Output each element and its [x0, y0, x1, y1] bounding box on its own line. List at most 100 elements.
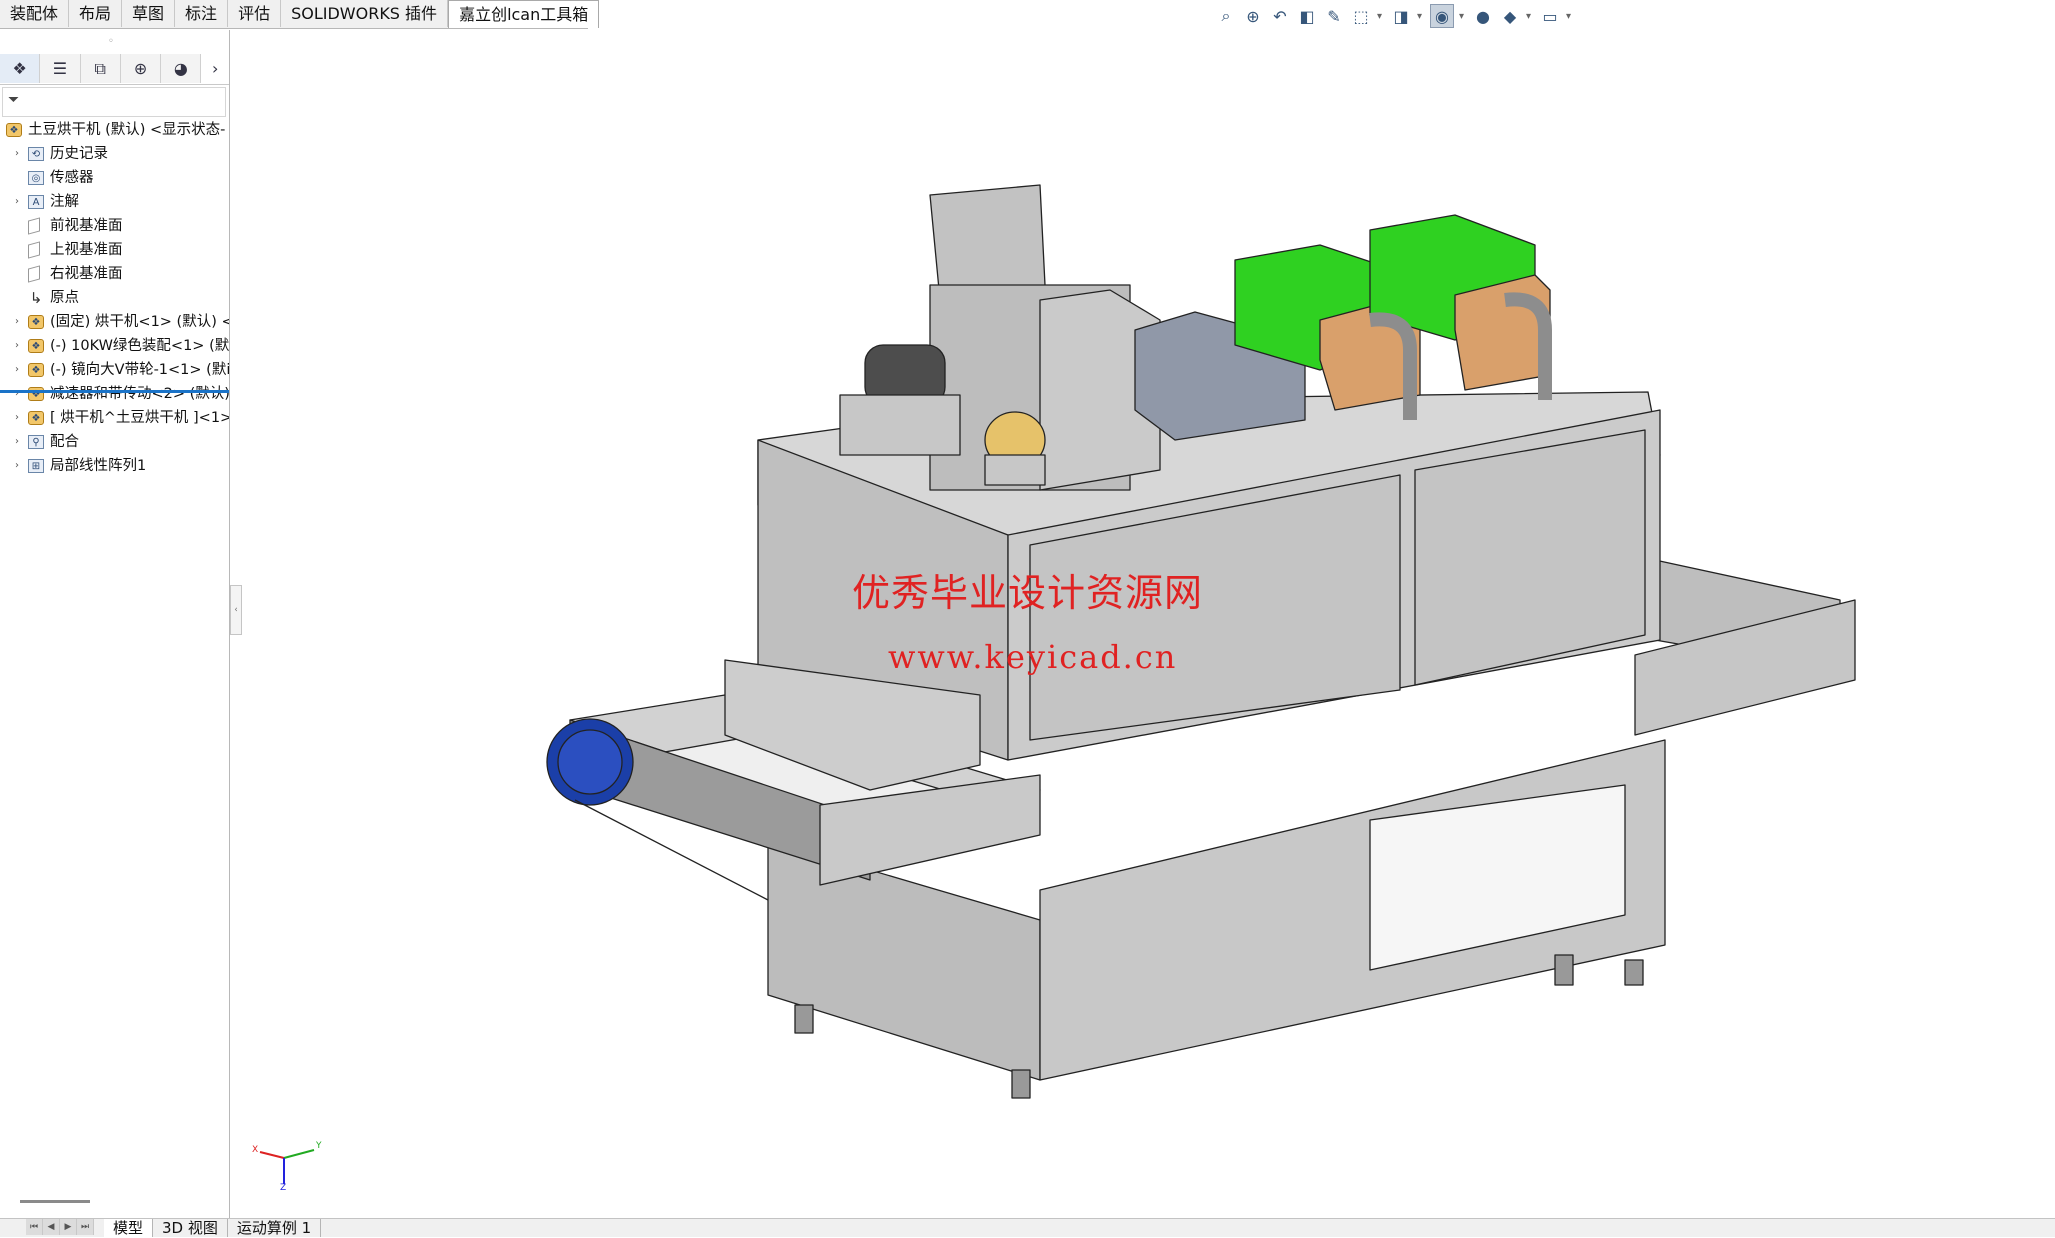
plane-icon [28, 241, 40, 259]
part-icon: ❖ [28, 339, 44, 353]
tree-item[interactable]: 上视基准面 [0, 238, 229, 262]
tree-item[interactable]: › A 注解 [0, 190, 229, 214]
configurationmanager-icon[interactable]: ⧉ [80, 54, 121, 83]
expand-arrow-icon[interactable]: › [12, 334, 22, 358]
tab-markup[interactable]: 标注 [175, 0, 229, 27]
tab-model[interactable]: 模型 [104, 1219, 154, 1237]
chevron-right-icon[interactable]: › [201, 54, 229, 83]
tree-item[interactable]: › ❖ (-) 镜向大V带轮-1<1> (默i [0, 358, 229, 382]
triad-z-label: Z [280, 1183, 286, 1190]
tree-item-label: 上视基准面 [50, 242, 123, 258]
tree-item[interactable]: › ❖ (-) 10KW绿色装配<1> (默 [0, 334, 229, 358]
pattern-icon: ⊞ [28, 459, 44, 473]
next-tab-icon[interactable]: ▶ [60, 1219, 77, 1235]
chevron-down-icon[interactable]: ▾ [1566, 11, 1574, 22]
expand-arrow-icon[interactable]: › [12, 142, 22, 166]
section-view-icon[interactable]: ◧ [1296, 5, 1318, 27]
heater-2-tan [1454, 274, 1551, 391]
tree-item[interactable]: › ❖ [ 烘干机^土豆烘干机 ]<1> [0, 406, 229, 430]
tab-sketch[interactable]: 草图 [122, 0, 176, 27]
chevron-down-icon[interactable]: ▾ [1526, 11, 1534, 22]
watermark-title: 优秀毕业设计资源网 [852, 571, 1204, 615]
tab-layout[interactable]: 布局 [69, 0, 123, 27]
tree-item[interactable]: 右视基准面 [0, 262, 229, 286]
tree-item-label: (-) 10KW绿色装配<1> (默 [50, 338, 229, 354]
tree-item[interactable]: ↳ 原点 [0, 286, 229, 310]
manager-tabs: ❖ ☰ ⧉ ⊕ ◕ › [0, 54, 229, 85]
reference-triad: X Y Z [252, 1141, 322, 1190]
annotation-icon: A [28, 195, 44, 209]
tree-item-label: (固定) 烘干机<1> (默认) < [50, 314, 229, 330]
expand-arrow-icon[interactable]: › [12, 358, 22, 382]
view-settings-icon[interactable]: ▭ [1539, 5, 1561, 27]
tree-item[interactable]: › ❖ 减速器和带传动<2> (默认) [0, 382, 229, 406]
tree-item-label: 右视基准面 [50, 266, 123, 282]
sensor-icon: ◎ [28, 171, 44, 185]
motor-base [839, 394, 961, 456]
feature-tree: ❖ 土豆烘干机 (默认) <显示状态- › ⟲ 历史记录 ◎ 传感器 › A 注解 前视基准面 上视基… [0, 118, 229, 478]
expand-arrow-icon[interactable]: › [12, 190, 22, 214]
chevron-down-icon[interactable]: ▾ [1377, 11, 1385, 22]
tree-item[interactable]: ❖ 土豆烘干机 (默认) <显示状态- [0, 118, 229, 142]
first-tab-icon[interactable]: ⏮ [26, 1219, 43, 1235]
display-manager-icon[interactable]: ◕ [161, 54, 202, 83]
graphics-viewport[interactable]: 优秀毕业设计资源网 www.keyicad.cn [241, 30, 2055, 1218]
tab-motion-study[interactable]: 运动算例 1 [228, 1219, 322, 1237]
tree-item-label: (-) 镜向大V带轮-1<1> (默i [50, 362, 229, 378]
tree-item[interactable]: › ⚲ 配合 [0, 430, 229, 454]
zoom-to-area-icon[interactable]: ⊕ [1242, 5, 1264, 27]
history-icon: ⟲ [28, 147, 44, 161]
expand-arrow-icon[interactable]: › [12, 382, 22, 406]
tab-3d-view[interactable]: 3D 视图 [153, 1219, 228, 1237]
view-orientation-icon[interactable]: ⬚ [1350, 5, 1372, 27]
tree-item[interactable]: ◎ 传感器 [0, 166, 229, 190]
tree-item-label: 局部线性阵列1 [50, 458, 147, 474]
panel-scrollbar[interactable] [20, 1200, 90, 1203]
expand-arrow-icon[interactable]: › [12, 430, 22, 454]
panel-grip-icon[interactable]: ◦ [108, 36, 114, 47]
chevron-down-icon[interactable]: ▾ [1459, 11, 1467, 22]
mates-icon: ⚲ [28, 435, 44, 449]
rollback-bar[interactable] [0, 390, 229, 393]
apply-scene-icon[interactable]: ◆ [1499, 5, 1521, 27]
edit-appearance-icon[interactable]: ● [1472, 5, 1494, 27]
plane-icon [28, 217, 40, 235]
feature-manager-panel: ◦ ❖ ☰ ⧉ ⊕ ◕ › ⏷ ❖ 土豆烘干机 (默认) <显示状态- › ⟲ 历史记录… [0, 30, 230, 1220]
tree-item[interactable]: › ⊞ 局部线性阵列1 [0, 454, 229, 478]
expand-arrow-icon[interactable]: › [12, 406, 22, 430]
tab-solidworks-addins[interactable]: SOLIDWORKS 插件 [281, 0, 449, 27]
tree-item-label: 减速器和带传动<2> (默认) [50, 386, 229, 402]
featuremanager-icon[interactable]: ❖ [0, 54, 41, 83]
tree-item-label: 配合 [50, 434, 79, 450]
tab-assembly[interactable]: 装配体 [0, 0, 70, 27]
tree-item-label: 原点 [50, 290, 79, 306]
dimxpert-icon[interactable]: ⊕ [120, 54, 162, 83]
tree-item[interactable]: › ⟲ 历史记录 [0, 142, 229, 166]
previous-tab-icon[interactable]: ◀ [43, 1219, 60, 1235]
expand-arrow-icon[interactable]: › [12, 454, 22, 478]
triad-x-label: X [252, 1145, 258, 1155]
tree-filter-input[interactable]: ⏷ [2, 87, 226, 117]
tree-item-label: 注解 [50, 194, 79, 210]
dynamic-annotation-icon[interactable]: ✎ [1323, 5, 1345, 27]
heads-up-view-toolbar: ⌕ ⊕ ↶ ◧ ✎ ⬚ ▾ ◨ ▾ ◉ ▾ ● ◆ ▾ ▭ ▾ [1215, 2, 1574, 30]
tree-item-label: 传感器 [50, 170, 94, 186]
part-icon: ❖ [28, 363, 44, 377]
propertymanager-icon[interactable]: ☰ [40, 54, 81, 83]
tree-item-label: [ 烘干机^土豆烘干机 ]<1> [50, 410, 229, 426]
last-tab-icon[interactable]: ⏭ [77, 1219, 94, 1235]
expand-arrow-icon[interactable]: › [12, 310, 22, 334]
display-style-icon[interactable]: ◨ [1390, 5, 1412, 27]
tab-lcan-toolbox[interactable]: 嘉立创lcan工具箱 [448, 0, 600, 28]
hide-show-icon[interactable]: ◉ [1430, 4, 1454, 28]
tab-evaluate[interactable]: 评估 [228, 0, 282, 27]
tree-item[interactable]: › ❖ (固定) 烘干机<1> (默认) < [0, 310, 229, 334]
zoom-to-fit-icon[interactable]: ⌕ [1215, 5, 1237, 27]
chevron-down-icon[interactable]: ▾ [1417, 11, 1425, 22]
command-manager-tabs: 装配体 布局 草图 标注 评估 SOLIDWORKS 插件 嘉立创lcan工具箱 [0, 0, 600, 29]
tree-item[interactable]: 前视基准面 [0, 214, 229, 238]
previous-view-icon[interactable]: ↶ [1269, 5, 1291, 27]
part-icon: ❖ [28, 315, 44, 329]
watermark-url: www.keyicad.cn [888, 638, 1178, 676]
tree-item-label: 土豆烘干机 (默认) <显示状态- [28, 122, 226, 138]
